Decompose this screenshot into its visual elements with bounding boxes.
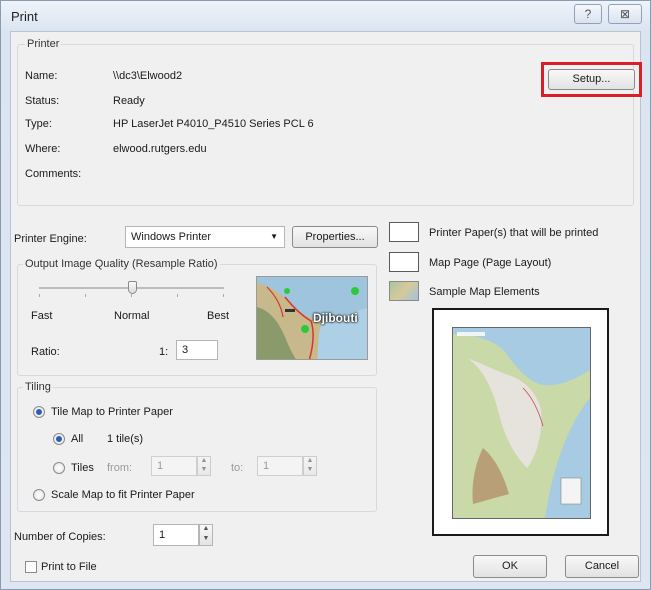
copies-input[interactable]: 1 [153,524,199,546]
page-map-graphic [453,328,590,518]
scale-map-radio[interactable] [33,489,45,501]
paper-legend-label: Printer Paper(s) that will be printed [429,227,599,239]
quality-group-title: Output Image Quality (Resample Ratio) [23,258,220,270]
printer-name-label: Name: [25,70,58,82]
help-button[interactable]: ? [574,4,602,24]
cancel-button[interactable]: Cancel [565,555,639,578]
printer-engine-label: Printer Engine: [14,233,87,245]
map-page-legend-label: Map Page (Page Layout) [429,257,552,269]
printer-status-label: Status: [25,95,60,107]
quality-fast-label: Fast [31,310,53,322]
chevron-down-icon: ▼ [270,232,278,241]
setup-highlight: Setup... [541,62,642,97]
printer-type-value: HP LaserJet P4010_P4510 Series PCL 6 [113,118,314,130]
printer-where-value: elwood.rutgers.edu [113,143,207,155]
window-title: Print [11,9,38,24]
printer-engine-value: Windows Printer [131,231,212,243]
printer-where-label: Where: [25,143,61,155]
title-bar: Print ? ⊠ [1,1,650,31]
map-page-legend-swatch [389,252,419,272]
dialog-body: Printer Name: \\dc3\Elwood2 Status: Read… [10,31,642,582]
ratio-label: Ratio: [31,346,60,358]
tile-map-radio[interactable] [33,406,45,418]
quality-slider-ticks [39,294,224,298]
quality-preview-map: Djibouti [256,276,368,360]
tile-map-label: Tile Map to Printer Paper [51,406,173,418]
printer-type-label: Type: [25,118,52,130]
tile-range-label: Tiles [71,462,94,474]
close-button[interactable]: ⊠ [608,4,642,24]
ratio-input[interactable]: 3 [176,340,218,360]
printer-name-value: \\dc3\Elwood2 [113,70,183,82]
page-preview-map [452,327,591,519]
print-dialog: Print ? ⊠ Printer Name: \\dc3\Elwood2 St… [0,0,651,590]
ratio-prefix: 1: [159,346,169,358]
tile-all-label: All [71,433,84,445]
tile-to-spinner[interactable]: ▲ ▼ [303,456,317,476]
printer-comments-label: Comments: [25,168,82,180]
copies-label: Number of Copies: [14,531,106,543]
tile-all-radio[interactable] [53,433,65,445]
quality-normal-label: Normal [114,310,150,322]
help-icon: ? [584,7,592,21]
tile-to-label: to: [231,462,244,474]
sample-elements-legend-swatch [389,281,419,301]
setup-button[interactable]: Setup... [548,69,635,90]
copies-spinner[interactable]: ▲ ▼ [199,524,213,546]
tile-range-radio[interactable] [53,462,65,474]
close-icon: ⊠ [619,7,631,21]
tiling-group-title: Tiling [23,381,53,393]
quality-best-label: Best [207,310,230,322]
quality-slider-thumb[interactable] [127,281,137,294]
printer-engine-select[interactable]: Windows Printer ▼ [125,226,285,248]
tile-count-label: 1 tile(s) [107,433,144,445]
tile-to-input[interactable]: 1 [257,456,303,476]
print-to-file-label: Print to File [41,561,97,573]
tile-from-spinner[interactable]: ▲ ▼ [197,456,211,476]
scale-map-label: Scale Map to fit Printer Paper [51,489,195,501]
preview-map-label: Djibouti [313,311,358,325]
sample-elements-legend-label: Sample Map Elements [429,286,540,298]
printer-group-title: Printer [25,38,62,50]
tile-from-input[interactable]: 1 [151,456,197,476]
printer-status-value: Ready [113,95,145,107]
tile-from-label: from: [107,462,133,474]
page-preview [432,308,609,536]
paper-legend-swatch [389,222,419,242]
ok-button[interactable]: OK [473,555,547,578]
print-to-file-checkbox[interactable] [25,561,37,573]
properties-button[interactable]: Properties... [292,226,378,248]
